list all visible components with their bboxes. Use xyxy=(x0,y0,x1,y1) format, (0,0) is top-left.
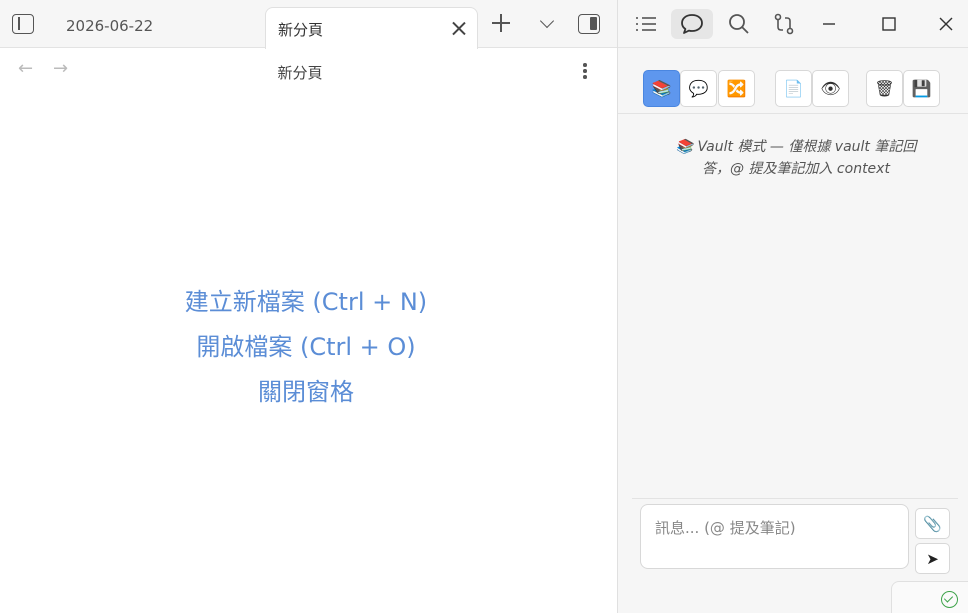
sync-check-icon[interactable] xyxy=(941,591,958,608)
view-context-button[interactable]: 👁 xyxy=(812,70,849,107)
clear-chat-button[interactable]: 🗑 xyxy=(866,70,903,107)
tab-bar: 2026-06-22 新分頁 xyxy=(0,0,617,49)
vault-mode-button[interactable]: 📚 xyxy=(643,70,680,107)
create-new-file-link[interactable]: 建立新檔案 (Ctrl + N) xyxy=(0,280,612,325)
tab-new-tab-label: 新分頁 xyxy=(278,21,324,39)
view-header: ← → 新分頁 xyxy=(0,48,617,94)
close-pane-link[interactable]: 關閉窗格 xyxy=(0,370,612,415)
message-input[interactable]: 訊息... (@ 提及筆記) xyxy=(640,504,909,569)
mode-info-text: 📚 Vault 模式 — 僅根據 vault 筆記回答，@ 提及筆記加入 con… xyxy=(675,139,917,177)
current-note-button[interactable]: 📄 xyxy=(775,70,812,107)
save-chat-button[interactable]: 💾 xyxy=(903,70,940,107)
chat-toolbar: 📚 💬 🔀 📄 👁 🗑 💾 xyxy=(618,48,968,114)
status-bar xyxy=(891,581,968,613)
search-icon[interactable] xyxy=(722,9,756,39)
maximize-icon[interactable] xyxy=(872,9,906,39)
new-tab-plus-icon[interactable] xyxy=(491,13,511,33)
editor-pane: 2026-06-22 新分頁 ← → 新分頁 建立新檔案 (Ctrl + N) … xyxy=(0,0,617,613)
input-divider xyxy=(632,498,958,499)
list-icon[interactable] xyxy=(629,9,663,39)
close-window-icon[interactable] xyxy=(929,9,963,39)
sidebar-header xyxy=(618,0,968,48)
attach-button[interactable]: 📎 xyxy=(915,508,950,539)
close-icon[interactable] xyxy=(451,20,467,36)
left-sidebar-toggle-icon[interactable] xyxy=(12,14,34,34)
chat-bubble-icon[interactable] xyxy=(671,9,713,39)
git-compare-icon[interactable] xyxy=(767,9,801,39)
tab-date[interactable]: 2026-06-22 xyxy=(66,17,153,35)
right-sidebar: 📚 💬 🔀 📄 👁 🗑 💾 📚 Vault 模式 — 僅根據 vault 筆記回… xyxy=(618,0,968,613)
send-button[interactable]: ➤ xyxy=(915,543,950,574)
right-sidebar-toggle-icon[interactable] xyxy=(578,14,600,34)
more-options-icon[interactable] xyxy=(578,60,592,80)
tab-new-tab[interactable]: 新分頁 xyxy=(265,7,478,49)
empty-state-actions: 建立新檔案 (Ctrl + N) 開啟檔案 (Ctrl + O) 關閉窗格 xyxy=(0,280,612,415)
mixed-mode-button[interactable]: 🔀 xyxy=(718,70,755,107)
chat-mode-button[interactable]: 💬 xyxy=(680,70,717,107)
minimize-icon[interactable] xyxy=(812,9,846,39)
open-file-link[interactable]: 開啟檔案 (Ctrl + O) xyxy=(0,325,612,370)
chevron-down-icon[interactable] xyxy=(540,18,554,32)
view-title: 新分頁 xyxy=(277,64,323,82)
